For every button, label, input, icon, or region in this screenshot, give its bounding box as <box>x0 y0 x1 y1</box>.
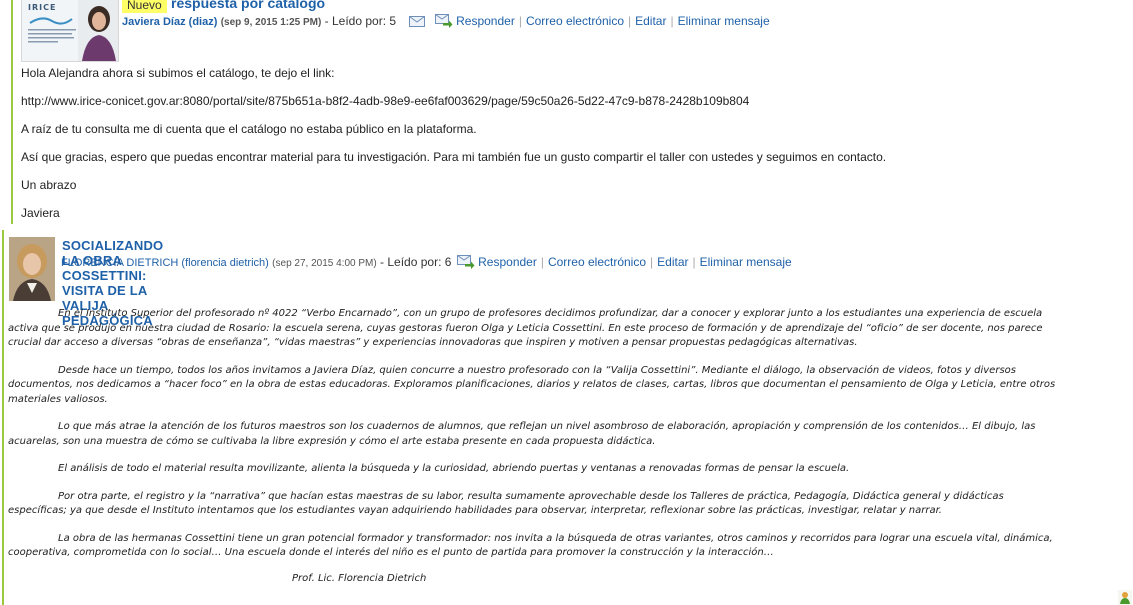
reply-link[interactable]: Responder <box>456 14 515 28</box>
delete-message-link[interactable]: Eliminar mensaje <box>678 14 770 28</box>
divider: | <box>650 255 654 269</box>
delete-message-link[interactable]: Eliminar mensaje <box>700 255 792 269</box>
post-body: Hola Alejandra ahora si subimos el catál… <box>21 66 1121 234</box>
new-badge: Nuevo <box>122 0 167 13</box>
logo-swoosh-icon <box>29 17 73 25</box>
author-avatar[interactable] <box>9 237 55 301</box>
body-paragraph-url: http://www.irice-conicet.gov.ar:8080/por… <box>21 94 750 108</box>
body-paragraph: Hola Alejandra ahora si subimos el catál… <box>21 66 335 80</box>
divider: | <box>628 14 632 28</box>
email-link[interactable]: Correo electrónico <box>548 255 646 269</box>
body-paragraph: Por otra parte, el registro y la “narrat… <box>8 490 1004 517</box>
post-meta: Javiera Díaz (diaz) (sep 9, 2015 1:25 PM… <box>122 14 770 28</box>
post-date: (sep 27, 2015 4:00 PM) <box>272 258 377 269</box>
divider: | <box>518 14 522 28</box>
edit-link[interactable]: Editar <box>657 255 688 269</box>
edit-link[interactable]: Editar <box>635 14 666 28</box>
body-paragraph: En el Instituto Superior del profesorado… <box>8 308 1043 348</box>
reply-icon[interactable] <box>456 255 475 269</box>
author-avatar[interactable]: IRICE <box>21 0 119 62</box>
post-date: (sep 9, 2015 1:25 PM) <box>220 17 322 28</box>
divider: | <box>692 255 696 269</box>
body-paragraph: A raíz de tu consulta me di cuenta que e… <box>21 122 477 136</box>
read-by-label: - Leído por: <box>324 14 387 28</box>
post-body: En el Instituto Superior del profesorado… <box>8 307 1060 599</box>
message-post-1: IRICE Nuevo respuesta por catálogo Javie… <box>0 0 1133 224</box>
read-by-count: 5 <box>389 14 397 28</box>
divider: | <box>670 14 674 28</box>
read-by-label: - Leído por: <box>380 255 442 269</box>
author-link[interactable]: Javiera Díaz (diaz) <box>122 16 217 28</box>
thread-indent-line <box>11 0 13 224</box>
person-photo-icon <box>9 237 55 301</box>
body-paragraph: La obra de las hermanas Cossettini tiene… <box>8 532 1053 559</box>
signature: Prof. Lic. Florencia Dietrich <box>292 572 427 584</box>
read-by-count: 6 <box>444 255 452 269</box>
envelope-icon[interactable] <box>409 16 426 27</box>
body-paragraph: El análisis de todo el material resulta … <box>58 463 850 474</box>
reply-link[interactable]: Responder <box>478 255 537 269</box>
email-link[interactable]: Correo electrónico <box>526 14 624 28</box>
post-title[interactable]: respuesta por catálogo <box>171 0 325 11</box>
body-paragraph: Lo que más atrae la atención de los futu… <box>8 421 1036 447</box>
author-link[interactable]: FLORENCIA DIETRICH (florencia dietrich) <box>61 257 269 269</box>
reply-icon[interactable] <box>434 14 453 28</box>
body-paragraph: Javiera <box>21 206 60 220</box>
logo-fine-print-icon <box>28 29 76 43</box>
thread-indent-line <box>2 230 4 605</box>
body-paragraph: Desde hace un tiempo, todos los años inv… <box>8 364 1056 405</box>
irice-logo: IRICE <box>22 0 80 61</box>
body-paragraph: Un abrazo <box>21 178 77 192</box>
body-paragraph: Así que gracias, espero que puedas encon… <box>21 150 887 164</box>
user-status-icon[interactable] <box>1118 590 1132 605</box>
post-meta: FLORENCIA DIETRICH (florencia dietrich) … <box>61 255 792 269</box>
divider: | <box>540 255 544 269</box>
person-photo-icon <box>78 0 118 61</box>
